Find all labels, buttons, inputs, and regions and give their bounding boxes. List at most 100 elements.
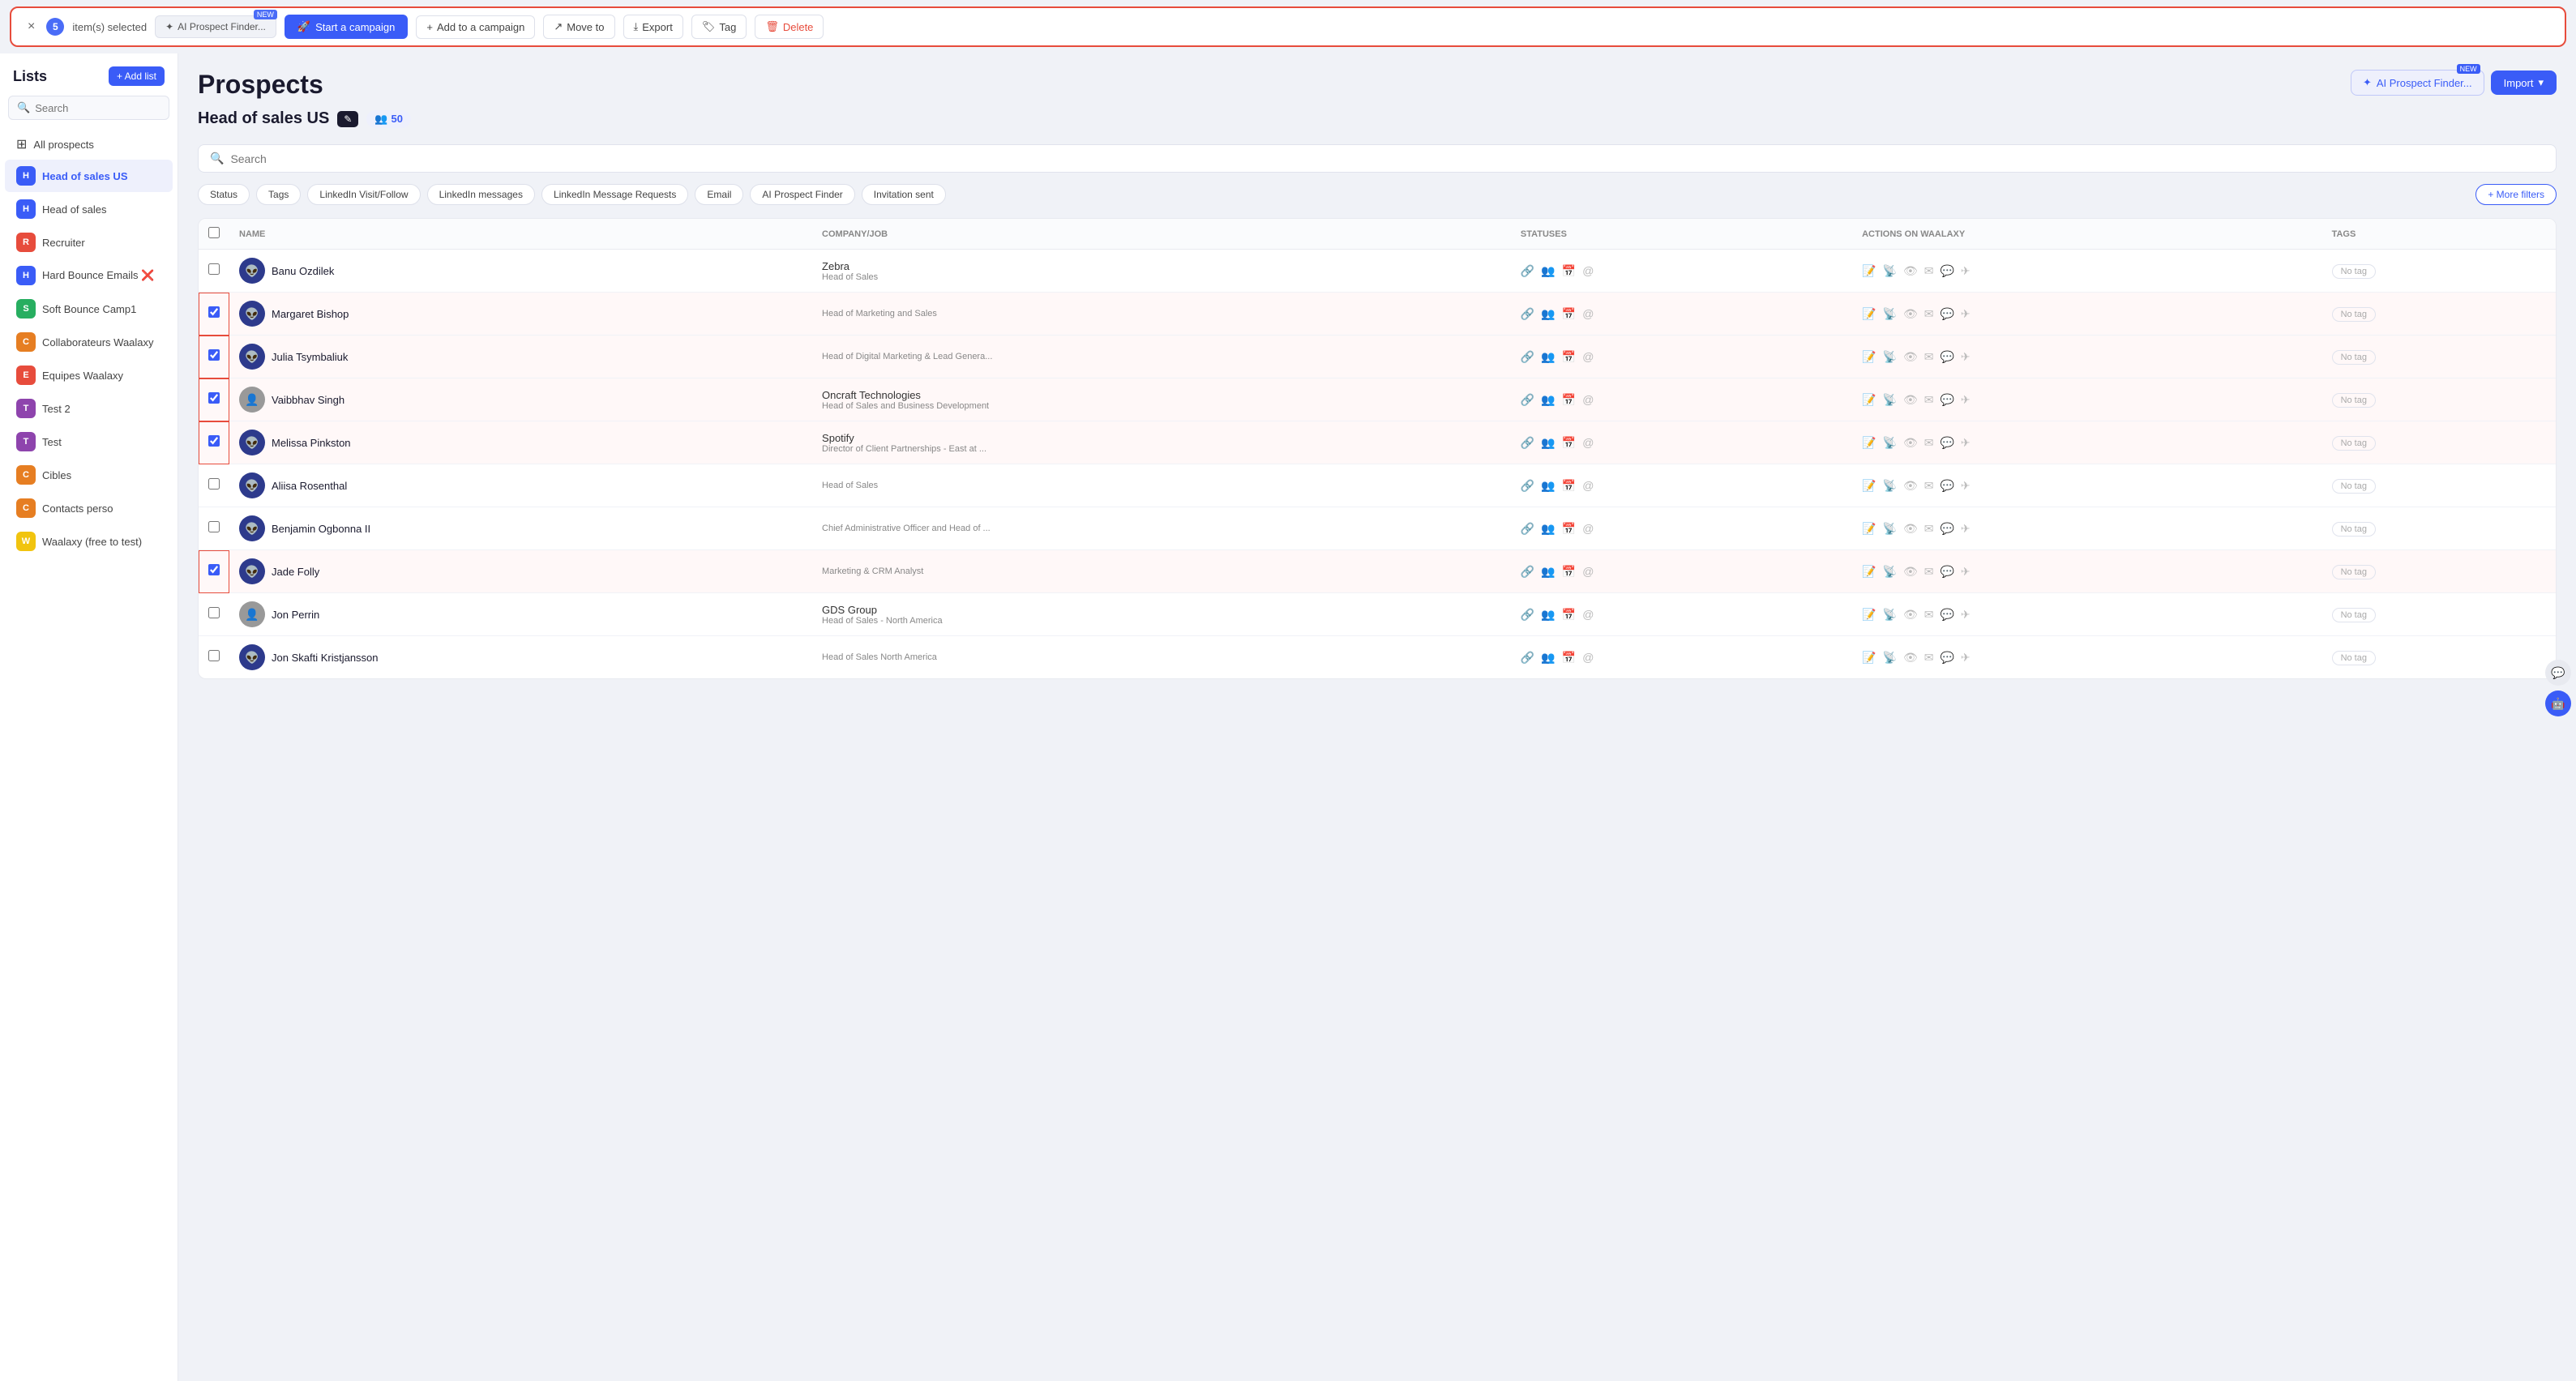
row-checkbox[interactable] [208, 263, 220, 275]
calendar-icon[interactable]: 📅 [1562, 264, 1576, 278]
people-icon[interactable]: 👥 [1541, 393, 1555, 407]
people-icon[interactable]: 👥 [1541, 565, 1555, 579]
send-icon[interactable]: ✈ [1961, 565, 1971, 579]
eye-icon[interactable]: 👁 [1903, 522, 1918, 536]
calendar-icon[interactable]: 📅 [1562, 522, 1576, 536]
people-icon[interactable]: 👥 [1541, 264, 1555, 278]
at-icon[interactable]: @ [1582, 307, 1594, 320]
send-icon[interactable]: ✈ [1961, 307, 1971, 321]
rss-icon[interactable]: 📡 [1883, 608, 1897, 622]
message-icon[interactable]: 💬 [1940, 264, 1953, 278]
row-checkbox[interactable] [208, 392, 220, 404]
mail-icon[interactable]: ✉ [1924, 565, 1934, 579]
message-icon[interactable]: 💬 [1940, 522, 1953, 536]
sidebar-item-head-of-sales[interactable]: H Head of sales [5, 193, 173, 225]
link-icon[interactable]: 🔗 [1521, 307, 1534, 321]
mail-icon[interactable]: ✉ [1924, 264, 1934, 278]
link-icon[interactable]: 🔗 [1521, 479, 1534, 493]
eye-icon[interactable]: 👁 [1903, 264, 1918, 278]
ai-prospect-finder-button[interactable]: ✦ AI Prospect Finder... NEW [155, 15, 276, 38]
sidebar-item-head-of-sales-us[interactable]: H Head of sales US [5, 160, 173, 192]
rss-icon[interactable]: 📡 [1883, 307, 1897, 321]
rss-icon[interactable]: 📡 [1883, 522, 1897, 536]
ai-prospect-finder-main-button[interactable]: ✦ AI Prospect Finder... NEW [2351, 70, 2484, 96]
at-icon[interactable]: @ [1582, 608, 1594, 621]
people-icon[interactable]: 👥 [1541, 436, 1555, 450]
people-icon[interactable]: 👥 [1541, 307, 1555, 321]
row-checkbox[interactable] [208, 521, 220, 532]
sidebar-item-waalaxy-free[interactable]: W Waalaxy (free to test) [5, 525, 173, 558]
row-checkbox[interactable] [208, 478, 220, 490]
sidebar-item-hard-bounce[interactable]: H Hard Bounce Emails ❌ [5, 259, 173, 292]
message-icon[interactable]: 💬 [1940, 350, 1953, 364]
note-icon[interactable]: 📝 [1862, 608, 1876, 622]
link-icon[interactable]: 🔗 [1521, 651, 1534, 665]
select-all-checkbox[interactable] [208, 227, 220, 238]
row-checkbox[interactable] [208, 650, 220, 661]
calendar-icon[interactable]: 📅 [1562, 565, 1576, 579]
send-icon[interactable]: ✈ [1961, 436, 1971, 450]
sidebar-item-test[interactable]: T Test [5, 425, 173, 458]
eye-icon[interactable]: 👁 [1903, 608, 1918, 622]
send-icon[interactable]: ✈ [1961, 479, 1971, 493]
filter-email-button[interactable]: Email [695, 184, 743, 205]
people-icon[interactable]: 👥 [1541, 479, 1555, 493]
at-icon[interactable]: @ [1582, 436, 1594, 449]
mail-icon[interactable]: ✉ [1924, 350, 1934, 364]
link-icon[interactable]: 🔗 [1521, 522, 1534, 536]
add-to-campaign-button[interactable]: + Add to a campaign [416, 15, 535, 39]
message-icon[interactable]: 💬 [1940, 608, 1953, 622]
link-icon[interactable]: 🔗 [1521, 608, 1534, 622]
start-campaign-button[interactable]: 🚀 Start a campaign [285, 15, 408, 39]
eye-icon[interactable]: 👁 [1903, 350, 1918, 364]
at-icon[interactable]: @ [1582, 651, 1594, 664]
mail-icon[interactable]: ✉ [1924, 436, 1934, 450]
message-icon[interactable]: 💬 [1940, 393, 1953, 407]
people-icon[interactable]: 👥 [1541, 608, 1555, 622]
row-checkbox[interactable] [208, 306, 220, 318]
link-icon[interactable]: 🔗 [1521, 393, 1534, 407]
note-icon[interactable]: 📝 [1862, 479, 1876, 493]
filter-linkedin-msg-requests-button[interactable]: LinkedIn Message Requests [541, 184, 688, 205]
import-button[interactable]: Import ▾ [2491, 71, 2557, 95]
delete-button[interactable]: 🗑 Delete [755, 15, 824, 39]
send-icon[interactable]: ✈ [1961, 350, 1971, 364]
calendar-icon[interactable]: 📅 [1562, 479, 1576, 493]
link-icon[interactable]: 🔗 [1521, 350, 1534, 364]
filter-tags-button[interactable]: Tags [256, 184, 301, 205]
edit-list-name-button[interactable]: ✎ [337, 111, 358, 127]
rss-icon[interactable]: 📡 [1883, 350, 1897, 364]
row-checkbox[interactable] [208, 435, 220, 447]
note-icon[interactable]: 📝 [1862, 264, 1876, 278]
sidebar-item-collaborateurs[interactable]: C Collaborateurs Waalaxy [5, 326, 173, 358]
at-icon[interactable]: @ [1582, 350, 1594, 363]
note-icon[interactable]: 📝 [1862, 522, 1876, 536]
row-checkbox[interactable] [208, 607, 220, 618]
at-icon[interactable]: @ [1582, 522, 1594, 535]
note-icon[interactable]: 📝 [1862, 651, 1876, 665]
eye-icon[interactable]: 👁 [1903, 307, 1918, 321]
filter-ai-prospect-button[interactable]: AI Prospect Finder [750, 184, 854, 205]
send-icon[interactable]: ✈ [1961, 393, 1971, 407]
message-icon[interactable]: 💬 [1940, 479, 1953, 493]
mail-icon[interactable]: ✉ [1924, 608, 1934, 622]
calendar-icon[interactable]: 📅 [1562, 651, 1576, 665]
message-icon[interactable]: 💬 [1940, 307, 1953, 321]
mail-icon[interactable]: ✉ [1924, 651, 1934, 665]
close-icon[interactable]: × [24, 16, 38, 37]
chat-widget-button[interactable]: 💬 [2545, 660, 2571, 686]
calendar-icon[interactable]: 📅 [1562, 393, 1576, 407]
rss-icon[interactable]: 📡 [1883, 479, 1897, 493]
rss-icon[interactable]: 📡 [1883, 651, 1897, 665]
eye-icon[interactable]: 👁 [1903, 436, 1918, 450]
rss-icon[interactable]: 📡 [1883, 264, 1897, 278]
add-list-button[interactable]: + Add list [109, 66, 165, 86]
support-button[interactable]: 🤖 [2545, 690, 2571, 716]
eye-icon[interactable]: 👁 [1903, 393, 1918, 407]
rss-icon[interactable]: 📡 [1883, 565, 1897, 579]
prospect-search-input[interactable] [230, 152, 2544, 165]
sidebar-item-test2[interactable]: T Test 2 [5, 392, 173, 425]
at-icon[interactable]: @ [1582, 264, 1594, 277]
people-icon[interactable]: 👥 [1541, 522, 1555, 536]
send-icon[interactable]: ✈ [1961, 264, 1971, 278]
